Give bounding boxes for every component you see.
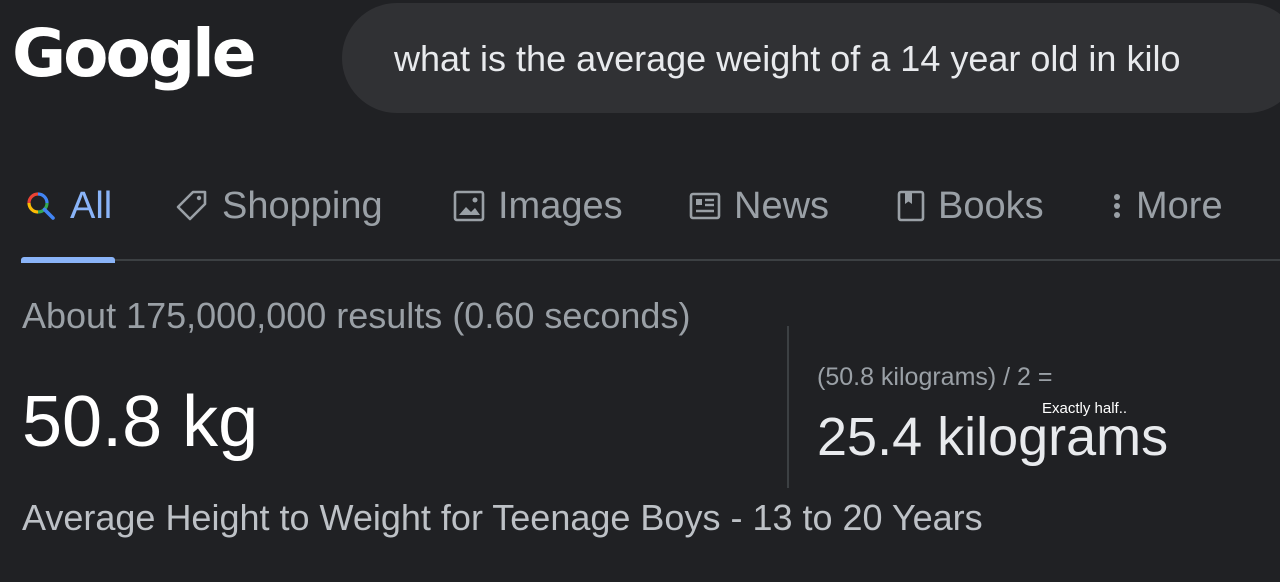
tab-books-label: Books [938, 184, 1044, 227]
image-icon [452, 189, 486, 223]
search-input[interactable]: what is the average weight of a 14 year … [394, 37, 1180, 81]
tab-news-label: News [734, 184, 830, 227]
book-icon [896, 189, 926, 223]
tab-images[interactable]: Images [452, 180, 623, 232]
active-tab-indicator [21, 257, 115, 263]
calculator-expression: (50.8 kilograms) / 2 = [817, 363, 1053, 391]
overlay-caption: Exactly half.. [1042, 400, 1128, 417]
tab-all-label: All [70, 184, 113, 227]
tag-icon [174, 188, 210, 224]
tab-images-label: Images [498, 184, 623, 227]
featured-answer: 50.8 kg [22, 382, 259, 462]
result-stats: About 175,000,000 results (0.60 seconds) [22, 295, 691, 336]
google-logo[interactable]: Google [12, 14, 256, 94]
tab-books[interactable]: Books [896, 180, 1044, 232]
newspaper-icon [688, 189, 722, 223]
search-icon [24, 189, 58, 223]
tab-shopping-label: Shopping [222, 184, 383, 227]
search-results-page: Google what is the average weight of a 1… [0, 0, 1280, 582]
tab-shopping[interactable]: Shopping [174, 180, 383, 232]
vertical-divider [787, 326, 789, 488]
tabs-divider [21, 259, 1280, 261]
result-title-link[interactable]: Average Height to Weight for Teenage Boy… [22, 494, 983, 542]
more-vertical-icon [1110, 189, 1124, 223]
search-box[interactable]: what is the average weight of a 14 year … [342, 3, 1280, 113]
search-tabs: All Shopping Images News Books More [0, 180, 1280, 232]
tab-more-label: More [1136, 184, 1223, 227]
tab-more[interactable]: More [1110, 180, 1223, 232]
tab-all[interactable]: All [24, 180, 112, 232]
tab-news[interactable]: News [688, 180, 829, 232]
